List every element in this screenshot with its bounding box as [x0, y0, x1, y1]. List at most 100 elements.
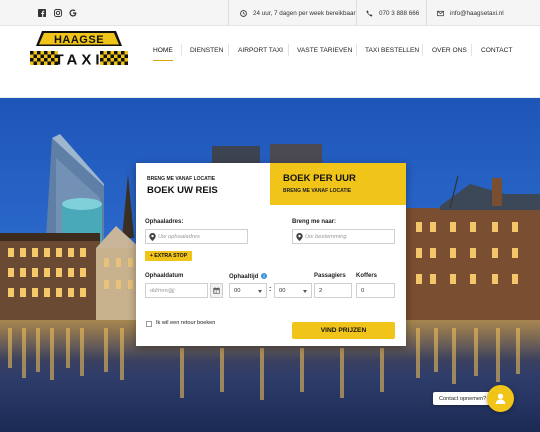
- pickup-label: Ophaaladres:: [145, 219, 184, 225]
- pickup-input[interactable]: Uw ophaaladres: [145, 229, 248, 244]
- passengers-label: Passagiers: [314, 273, 346, 279]
- email-text[interactable]: info@haagsetaxi.nl: [450, 10, 504, 17]
- checker-square: [47, 54, 51, 58]
- nav-divider: [288, 44, 289, 56]
- nav-contact[interactable]: CONTACT: [481, 43, 512, 57]
- nav-divider: [356, 44, 357, 56]
- return-checkbox[interactable]: [146, 321, 152, 327]
- find-prices-button[interactable]: VIND PRIJZEN: [292, 322, 395, 339]
- nav-divider: [422, 44, 423, 56]
- location-pin-icon: [296, 233, 303, 241]
- tab-boek-per-uur[interactable]: BOEK PER UUR BRENG ME VANAF LOCATIE: [270, 163, 406, 205]
- nav-divider: [471, 44, 472, 56]
- tab-boek-per-uur-subtitle: BRENG ME VANAF LOCATIE: [283, 188, 352, 194]
- checker-square: [30, 51, 34, 55]
- email-link[interactable]: info@haagsetaxi.nl: [437, 0, 504, 26]
- booking-card: BRENG ME VANAF LOCATIE BOEK UW REIS BOEK…: [136, 163, 406, 346]
- checker-square: [121, 51, 125, 55]
- checker-square: [110, 54, 114, 58]
- tab-boek-per-uur-title: BOEK PER UUR: [283, 173, 356, 184]
- return-label[interactable]: Ik wil een retour boeken: [156, 320, 215, 326]
- passengers-input[interactable]: 2: [314, 283, 352, 298]
- extra-stop-button[interactable]: + EXTRA STOP: [145, 251, 192, 261]
- time-label-text: Ophaaltijd: [229, 274, 259, 280]
- suitcases-label: Koffers: [356, 273, 378, 279]
- logo-bottom-text: TAXI: [54, 52, 103, 69]
- dropoff-input[interactable]: Uw bestemming: [292, 229, 395, 244]
- top-bar: 24 uur, 7 dagen per week bereikbaar! 070…: [0, 0, 540, 26]
- suitcases-input[interactable]: 0: [356, 283, 395, 298]
- checker-square: [37, 51, 41, 55]
- divider: [356, 0, 357, 26]
- envelope-icon: [437, 10, 444, 16]
- checker-square: [47, 61, 51, 65]
- user-icon: [495, 393, 506, 404]
- checker-square: [40, 54, 44, 58]
- chevron-down-icon: [258, 290, 262, 293]
- date-input[interactable]: dd/mm/jjjj: [145, 283, 208, 298]
- checker-square: [110, 61, 114, 65]
- checker-square: [124, 54, 128, 58]
- checker-square: [117, 54, 121, 58]
- calendar-button[interactable]: [210, 283, 223, 298]
- opening-hours: 24 uur, 7 dagen per week bereikbaar!: [240, 0, 357, 26]
- nav-diensten[interactable]: DIENSTEN: [190, 43, 223, 57]
- logo-top-text: HAAGSE: [54, 34, 104, 46]
- checker-square: [114, 58, 118, 62]
- checker-square: [33, 61, 37, 65]
- clock-icon: [240, 9, 247, 17]
- checker-square: [103, 61, 107, 65]
- hour-select[interactable]: 00: [229, 283, 267, 298]
- checker-square: [114, 51, 118, 55]
- dropoff-placeholder: Uw bestemming: [305, 233, 347, 240]
- passengers-value: 2: [319, 287, 323, 294]
- hour-value: 00: [234, 287, 241, 294]
- haagse-taxi-logo[interactable]: HAAGSE TAXI: [30, 29, 128, 69]
- date-placeholder: dd/mm/jjjj: [150, 287, 175, 294]
- site-header: HAAGSE TAXI HOME DIENSTEN AIRPORT TAXI V…: [0, 26, 540, 98]
- nav-vaste-tarieven[interactable]: VASTE TARIEVEN: [297, 43, 352, 57]
- checker-square: [107, 58, 111, 62]
- google-icon[interactable]: [65, 0, 81, 26]
- date-label: Ophaaldatum: [145, 273, 184, 279]
- tab-boek-uw-reis[interactable]: BRENG ME VANAF LOCATIE BOEK UW REIS: [136, 163, 270, 205]
- phone-link[interactable]: 070 3 888 666: [366, 0, 419, 26]
- contact-button[interactable]: [487, 385, 514, 412]
- pickup-placeholder: Uw ophaaladres: [158, 233, 200, 240]
- nav-divider: [228, 44, 229, 56]
- nav-divider: [181, 44, 182, 56]
- checker-square: [44, 51, 48, 55]
- info-icon[interactable]: [261, 273, 268, 279]
- minute-select[interactable]: 00: [274, 283, 312, 298]
- contact-bubble[interactable]: Contact opnemen?: [433, 392, 493, 405]
- tab-boek-uw-reis-title: BOEK UW REIS: [147, 185, 218, 196]
- phone-icon: [366, 10, 373, 17]
- tab-boek-uw-reis-subtitle: BRENG ME VANAF LOCATIE: [147, 176, 216, 182]
- checker-square: [121, 58, 125, 62]
- checker-square: [44, 58, 48, 62]
- time-separator: :: [269, 286, 272, 293]
- opening-hours-text: 24 uur, 7 dagen per week bereikbaar!: [253, 9, 358, 17]
- checker-square: [124, 61, 128, 65]
- chevron-down-icon: [303, 290, 307, 293]
- suitcases-value: 0: [361, 287, 365, 294]
- calendar-icon: [213, 287, 220, 294]
- checker-square: [40, 61, 44, 65]
- phone-text[interactable]: 070 3 888 666: [379, 10, 419, 17]
- location-pin-icon: [149, 233, 156, 241]
- time-label: Ophaaltijd: [229, 273, 268, 280]
- checker-square: [30, 58, 34, 62]
- checker-square: [107, 51, 111, 55]
- divider: [228, 0, 229, 26]
- checker-square: [37, 58, 41, 62]
- nav-home[interactable]: HOME: [153, 43, 173, 61]
- dropoff-label: Breng me naar:: [292, 219, 337, 225]
- nav-taxi-bestellen[interactable]: TAXI BESTELLEN: [365, 43, 419, 57]
- nav-over-ons[interactable]: OVER ONS: [432, 43, 467, 57]
- divider: [426, 0, 427, 26]
- minute-value: 00: [279, 287, 286, 294]
- nav-airport-taxi[interactable]: AIRPORT TAXI: [238, 43, 283, 57]
- checker-square: [33, 54, 37, 58]
- facebook-icon[interactable]: [34, 0, 50, 26]
- instagram-icon[interactable]: [50, 0, 66, 26]
